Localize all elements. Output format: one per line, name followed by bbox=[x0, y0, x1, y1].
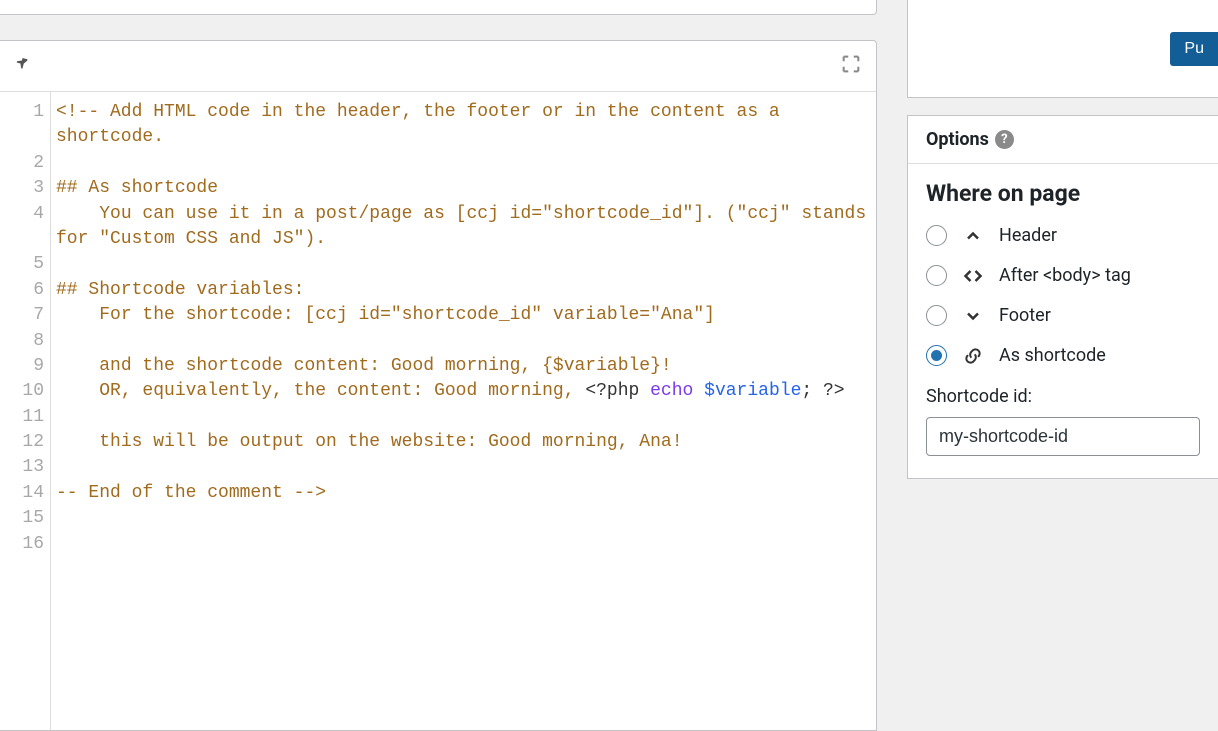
chevron-up-icon bbox=[961, 226, 985, 246]
line-gutter: 1 234 5678910111213141516 bbox=[0, 92, 51, 730]
radio-label: Footer bbox=[999, 305, 1051, 326]
link-icon bbox=[961, 346, 985, 366]
top-input-box bbox=[0, 0, 877, 15]
radio-option-shortcode[interactable]: As shortcode bbox=[926, 345, 1200, 366]
code-content[interactable]: <!-- Add HTML code in the header, the fo… bbox=[51, 92, 876, 730]
radio-option-footer[interactable]: Footer bbox=[926, 305, 1200, 326]
code-editor: 1 234 5678910111213141516 <!-- Add HTML … bbox=[0, 40, 877, 731]
radio-input[interactable] bbox=[926, 265, 947, 286]
publish-button[interactable]: Pu bbox=[1170, 32, 1218, 66]
radio-option-after-body[interactable]: After <body> tag bbox=[926, 265, 1200, 286]
code-area[interactable]: 1 234 5678910111213141516 <!-- Add HTML … bbox=[0, 92, 876, 730]
radio-label: As shortcode bbox=[999, 345, 1106, 366]
options-title: Options bbox=[926, 129, 989, 150]
radio-option-header[interactable]: Header bbox=[926, 225, 1200, 246]
chevron-down-icon bbox=[961, 306, 985, 326]
where-radio-group: Header After <body> tag Footer bbox=[926, 225, 1200, 366]
where-on-page-heading: Where on page bbox=[926, 180, 1200, 207]
shortcode-id-input[interactable] bbox=[926, 417, 1200, 456]
options-metabox: Options ? Where on page Header A bbox=[907, 115, 1218, 479]
radio-input[interactable] bbox=[926, 225, 947, 246]
publish-metabox: Pu bbox=[907, 0, 1218, 98]
fullscreen-icon[interactable] bbox=[840, 53, 862, 79]
code-icon bbox=[961, 266, 985, 286]
radio-label: Header bbox=[999, 225, 1057, 246]
help-icon[interactable]: ? bbox=[995, 130, 1014, 149]
options-header[interactable]: Options ? bbox=[908, 116, 1218, 164]
shortcode-id-label: Shortcode id: bbox=[926, 386, 1200, 407]
radio-label: After <body> tag bbox=[999, 265, 1131, 286]
pin-icon bbox=[14, 53, 36, 79]
radio-input[interactable] bbox=[926, 305, 947, 326]
editor-toolbar bbox=[0, 41, 876, 92]
options-body: Where on page Header After <body> tag bbox=[908, 164, 1218, 478]
right-sidebar: Pu Options ? Where on page Header bbox=[907, 0, 1218, 479]
radio-input[interactable] bbox=[926, 345, 947, 366]
